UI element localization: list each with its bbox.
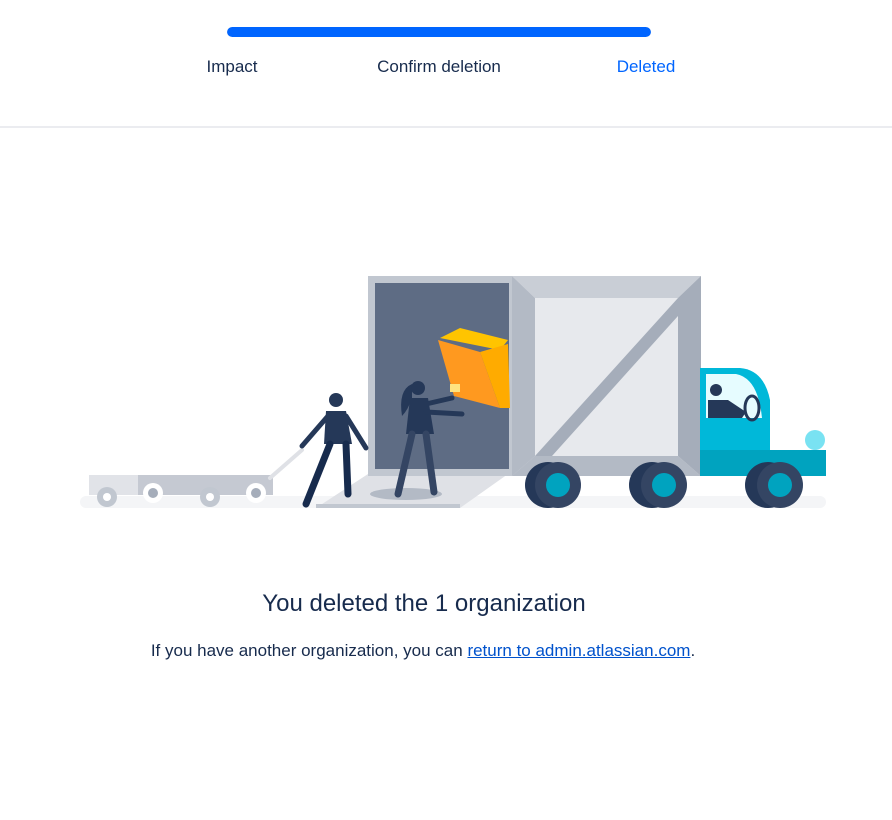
step-deleted: Deleted — [616, 57, 676, 76]
message-period: . — [690, 641, 696, 660]
truck-cab — [700, 368, 826, 476]
deletion-complete-page: Impact Confirm deletion Deleted You dele… — [0, 0, 892, 820]
truck-cargo-box — [368, 276, 701, 476]
progress-tracker: Impact Confirm deletion Deleted — [0, 0, 892, 128]
page-title: You deleted the 1 organization — [262, 590, 586, 617]
step-impact: Impact — [206, 57, 258, 76]
moving-truck-illustration — [80, 276, 826, 508]
return-to-admin-link[interactable]: return to admin.atlassian.com — [467, 641, 690, 660]
message-text: If you have another organization, you ca… — [150, 641, 468, 660]
truck-wheels — [525, 462, 803, 508]
progress-bar-fill — [227, 27, 651, 37]
confirmation-message: If you have another organization, you ca… — [0, 641, 846, 661]
progress-bar — [227, 27, 651, 37]
step-confirm-deletion: Confirm deletion — [377, 57, 501, 76]
